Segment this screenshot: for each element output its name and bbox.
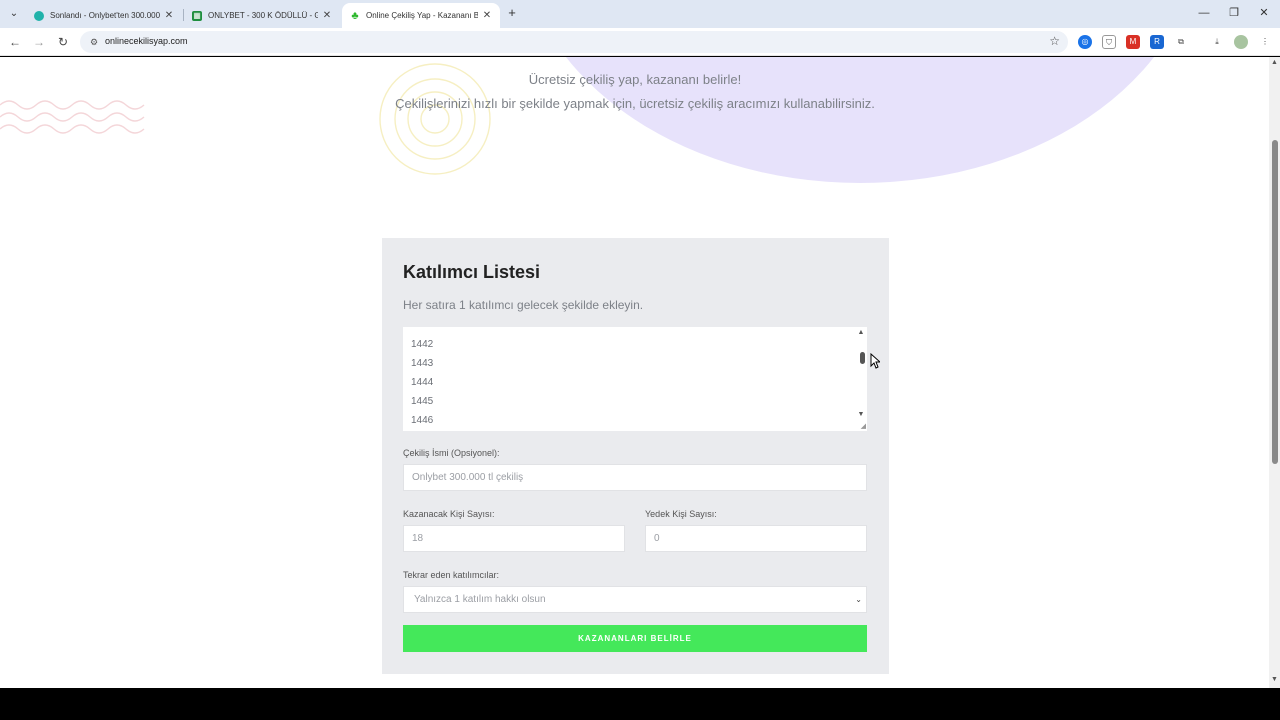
avatar[interactable]	[1234, 35, 1248, 49]
onlybet-icon	[34, 10, 44, 21]
list-item: 1441	[411, 327, 433, 330]
page-scrollbar-thumb[interactable]	[1272, 140, 1278, 464]
page-scrollbar[interactable]: ▲ ▼	[1269, 57, 1280, 688]
tab-strip: ⌄ Sonlandı - Onlybet'ten 300.000 ✕ ▦ ONL…	[0, 0, 1280, 28]
list-item: 1444	[411, 377, 434, 388]
winners-count-input[interactable]: 18	[403, 525, 625, 552]
reload-icon[interactable]: ↻	[54, 33, 72, 51]
tab-title: Online Çekiliş Yap - Kazananı Be	[366, 11, 478, 20]
sheets-icon: ▦	[192, 10, 202, 21]
list-item: 1445	[411, 396, 434, 407]
close-icon[interactable]: ✕	[482, 10, 492, 21]
restore-icon[interactable]: ❐	[1224, 4, 1244, 22]
forward-icon[interactable]: →	[30, 33, 48, 51]
list-item: 1446	[411, 415, 434, 426]
form-subtitle: Her satıra 1 katılımcı gelecek şekilde e…	[403, 298, 644, 312]
url-text: onlinecekilisyap.com	[105, 36, 188, 46]
bookmark-star-icon[interactable]: ☆	[1049, 34, 1060, 48]
list-item: 1443	[411, 358, 434, 369]
back-icon[interactable]: ←	[6, 33, 24, 51]
extension-icon[interactable]: M	[1126, 35, 1140, 49]
chevron-down-icon: ⌄	[855, 595, 862, 604]
participant-list-textarea[interactable]: 1441 1442 1443 1444 1445 1446 ▲ ▼ ◢	[403, 327, 867, 431]
scroll-up-icon[interactable]: ▲	[1269, 59, 1280, 66]
browser-tab-sheets[interactable]: ▦ ONLYBET - 300 K ÖDÜLLÜ - Go ✕	[184, 3, 340, 28]
repeat-participants-select[interactable]: Yalnızca 1 katılım hakkı olsun ⌄	[403, 586, 867, 613]
determine-winners-button[interactable]: KAZANANLARI BELİRLE	[403, 625, 867, 652]
draw-name-input[interactable]: Onlybet 300.000 tl çekiliş	[403, 464, 867, 491]
textarea-scrollbar-thumb[interactable]	[860, 352, 865, 364]
extension-icon[interactable]: ◎	[1078, 35, 1092, 49]
extension-icon[interactable]: R	[1150, 35, 1164, 49]
tab-search-icon[interactable]: ⌄	[6, 6, 22, 22]
select-value: Yalnızca 1 katılım hakkı olsun	[414, 594, 546, 605]
scroll-up-icon[interactable]: ▲	[857, 329, 865, 336]
draw-name-label: Çekiliş İsmi (Opsiyonel):	[403, 448, 500, 458]
repeat-participants-label: Tekrar eden katılımcılar:	[403, 570, 500, 580]
list-item: 1442	[411, 339, 434, 350]
backup-count-input[interactable]: 0	[645, 525, 867, 552]
tab-title: ONLYBET - 300 K ÖDÜLLÜ - Go	[208, 11, 318, 20]
browser-tab-onlybet[interactable]: Sonlandı - Onlybet'ten 300.000 ✕	[26, 3, 182, 28]
puzzle-icon[interactable]: ⧉	[1174, 35, 1188, 49]
form-title: Katılımcı Listesi	[403, 262, 541, 282]
close-icon[interactable]: ✕	[322, 10, 332, 21]
menu-icon[interactable]: ⋮	[1258, 35, 1272, 49]
page-viewport: Ücretsiz çekiliş yap, kazananı belirle! …	[0, 57, 1280, 688]
browser-tab-cekilis[interactable]: ♣ Online Çekiliş Yap - Kazananı Be ✕	[342, 3, 500, 28]
intro-description: Çekilişlerinizi hızlı bir şekilde yapmak…	[395, 96, 875, 111]
resize-handle-icon[interactable]: ◢	[861, 422, 866, 430]
browser-toolbar: ← → ↻ ⚙ onlinecekilisyap.com ☆ ◎ ⛉ M R ⧉…	[0, 28, 1280, 56]
clover-icon: ♣	[351, 9, 359, 22]
new-tab-icon[interactable]: +	[504, 5, 520, 21]
window-close-icon[interactable]: ✕	[1254, 4, 1274, 22]
tab-title: Sonlandı - Onlybet'ten 300.000	[50, 11, 160, 20]
shield-icon[interactable]: ⛉	[1102, 35, 1116, 49]
mouse-cursor-icon	[870, 353, 880, 369]
scroll-down-icon[interactable]: ▼	[857, 411, 865, 418]
winners-count-label: Kazanacak Kişi Sayısı:	[403, 509, 495, 519]
download-icon[interactable]: ⤓	[1210, 35, 1224, 49]
draw-form-card: Katılımcı Listesi Her satıra 1 katılımcı…	[382, 238, 889, 674]
close-icon[interactable]: ✕	[164, 10, 174, 21]
scroll-down-icon[interactable]: ▼	[1269, 676, 1280, 683]
intro-headline: Ücretsiz çekiliş yap, kazananı belirle!	[528, 72, 742, 87]
site-info-icon[interactable]: ⚙	[87, 35, 101, 49]
minimize-icon[interactable]: —	[1194, 4, 1214, 22]
address-bar[interactable]: ⚙ onlinecekilisyap.com ☆	[80, 31, 1068, 53]
backup-count-label: Yedek Kişi Sayısı:	[645, 509, 717, 519]
